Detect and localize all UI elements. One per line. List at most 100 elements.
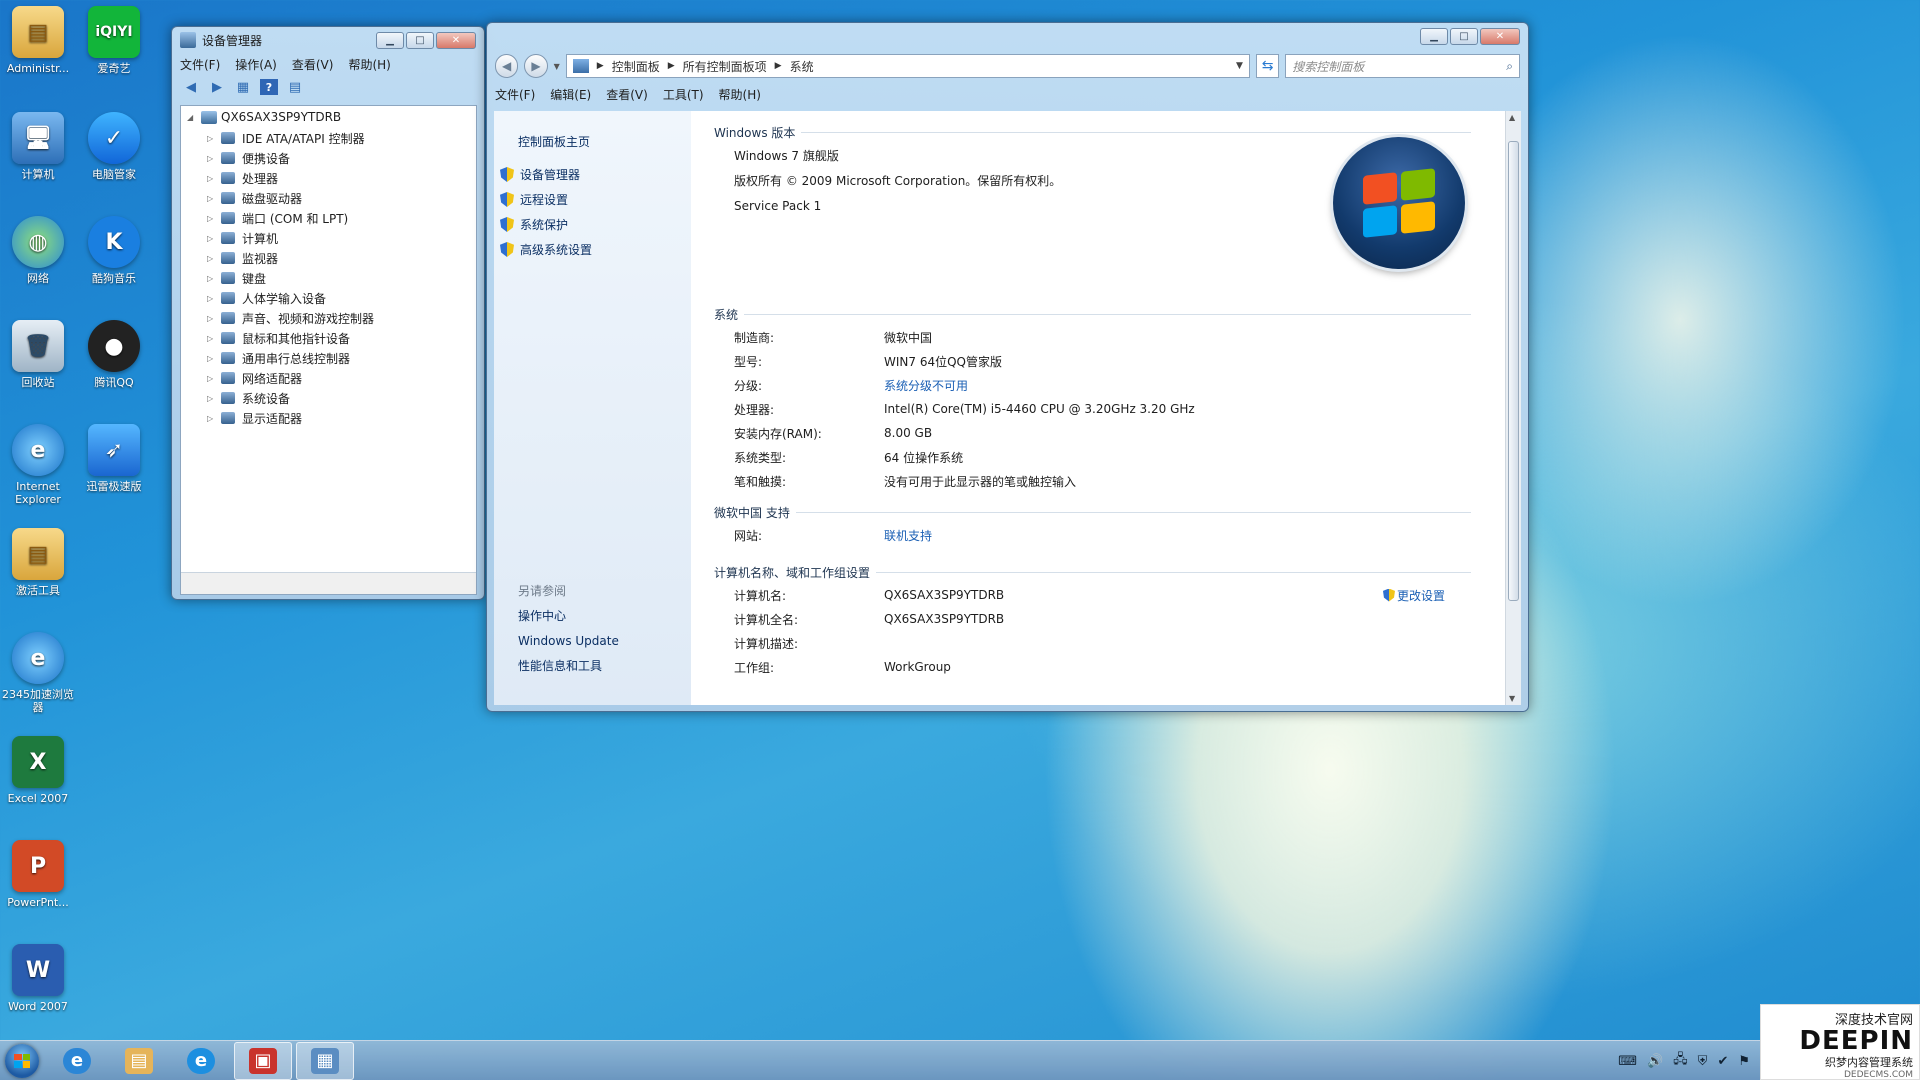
tree-item[interactable]: ▷ IDE ATA/ATAPI 控制器 <box>181 128 476 148</box>
sidebar-link-device-manager[interactable]: 设备管理器 <box>494 162 691 187</box>
expand-triangle-icon[interactable]: ▷ <box>207 214 217 223</box>
tree-item[interactable]: ▷ 显示适配器 <box>181 408 476 428</box>
tree-item[interactable]: ▷ 网络适配器 <box>181 368 476 388</box>
maximize-button[interactable]: □ <box>406 31 434 49</box>
menu-help[interactable]: 帮助(H) <box>348 56 390 73</box>
volume-icon[interactable]: 🔊 <box>1647 1054 1663 1069</box>
taskbar-control-panel[interactable]: ▦ <box>296 1041 354 1080</box>
back-button[interactable]: ◀ <box>495 54 519 78</box>
flag-notification-icon[interactable]: ⚑ <box>1738 1054 1750 1069</box>
desktop-icon-administrator[interactable]: ▤ Administr... <box>0 6 76 75</box>
search-icon[interactable]: ⌕ <box>1506 59 1513 74</box>
desktop-icon-kugou[interactable]: K 酷狗音乐 <box>76 216 152 285</box>
tree-item[interactable]: ▷ 声音、视频和游戏控制器 <box>181 308 476 328</box>
collapse-triangle-icon[interactable]: ◢ <box>187 113 197 122</box>
desktop-icon-powerpoint[interactable]: P PowerPnt... <box>0 840 76 909</box>
see-also-performance[interactable]: 性能信息和工具 <box>494 653 691 678</box>
expand-triangle-icon[interactable]: ▷ <box>207 374 217 383</box>
desktop-icon-pc-manager[interactable]: ✓ 电脑管家 <box>76 112 152 181</box>
scroll-up-icon[interactable]: ▲ <box>1509 113 1515 122</box>
tree-root[interactable]: ◢ QX6SAX3SP9YTDRB <box>181 106 476 128</box>
change-settings-link[interactable]: 更改设置 <box>1382 587 1445 604</box>
see-also-windows-update[interactable]: Windows Update <box>494 628 691 653</box>
expand-triangle-icon[interactable]: ▷ <box>207 134 217 143</box>
desktop-icon-internet-explorer[interactable]: e Internet Explorer <box>0 424 76 506</box>
online-support-link[interactable]: 联机支持 <box>884 527 932 544</box>
network-icon[interactable]: 🖧 <box>1673 1050 1688 1072</box>
desktop-icon-iqiyi[interactable]: iQIYI 爱奇艺 <box>76 6 152 75</box>
properties-icon[interactable]: ▤ <box>286 79 304 95</box>
recent-pages-chevron-icon[interactable]: ▼ <box>554 62 560 71</box>
shield-icon[interactable]: ⛨ <box>1698 1054 1708 1069</box>
tree-item[interactable]: ▷ 系统设备 <box>181 388 476 408</box>
expand-triangle-icon[interactable]: ▷ <box>207 294 217 303</box>
back-arrow-icon[interactable]: ◀ <box>182 79 200 95</box>
expand-triangle-icon[interactable]: ▷ <box>207 254 217 263</box>
menu-edit[interactable]: 编辑(E) <box>550 86 591 103</box>
desktop-icon-2345-browser[interactable]: e 2345加速浏览器 <box>0 632 76 714</box>
expand-triangle-icon[interactable]: ▷ <box>207 314 217 323</box>
tree-item[interactable]: ▷ 端口 (COM 和 LPT) <box>181 208 476 228</box>
see-also-action-center[interactable]: 操作中心 <box>494 603 691 628</box>
breadcrumb-separator-icon[interactable]: ▶ <box>775 61 782 71</box>
tree-item[interactable]: ▷ 磁盘驱动器 <box>181 188 476 208</box>
breadcrumb-all-items[interactable]: 所有控制面板项 <box>683 58 767 75</box>
help-icon[interactable]: ? <box>260 79 278 95</box>
search-input[interactable]: 搜索控制面板 <box>1292 58 1364 75</box>
control-panel-home-link[interactable]: 控制面板主页 <box>494 129 691 154</box>
expand-triangle-icon[interactable]: ▷ <box>207 174 217 183</box>
tree-item[interactable]: ▷ 人体学输入设备 <box>181 288 476 308</box>
device-manager-titlebar[interactable]: 设备管理器 ▁ □ ✕ <box>172 27 484 53</box>
expand-triangle-icon[interactable]: ▷ <box>207 334 217 343</box>
tree-item[interactable]: ▷ 便携设备 <box>181 148 476 168</box>
menu-view[interactable]: 查看(V) <box>292 56 334 73</box>
search-box[interactable]: 搜索控制面板 ⌕ <box>1285 54 1521 78</box>
security-check-icon[interactable]: ✔ <box>1717 1054 1728 1069</box>
expand-triangle-icon[interactable]: ▷ <box>207 154 217 163</box>
start-button[interactable] <box>0 1041 44 1080</box>
forward-arrow-icon[interactable]: ▶ <box>208 79 226 95</box>
refresh-icon[interactable]: ⇆ <box>1255 54 1280 78</box>
close-button[interactable]: ✕ <box>436 31 476 49</box>
sidebar-link-system-protection[interactable]: 系统保护 <box>494 212 691 237</box>
desktop-icon-qq[interactable]: ● 腾讯QQ <box>76 320 152 389</box>
close-button[interactable]: ✕ <box>1480 27 1520 45</box>
menu-tools[interactable]: 工具(T) <box>663 86 704 103</box>
taskbar-toolbox[interactable]: ▣ <box>234 1041 292 1080</box>
minimize-button[interactable]: ▁ <box>376 31 404 49</box>
taskbar-browser[interactable]: e <box>172 1042 230 1080</box>
show-hide-tree-icon[interactable]: ▦ <box>234 79 252 95</box>
breadcrumb-system[interactable]: 系统 <box>790 58 814 75</box>
expand-triangle-icon[interactable]: ▷ <box>207 414 217 423</box>
desktop-icon-activation-tool[interactable]: ▤ 激活工具 <box>0 528 76 597</box>
keyboard-icon[interactable]: ⌨ <box>1618 1054 1637 1069</box>
menu-view[interactable]: 查看(V) <box>606 86 648 103</box>
system-titlebar[interactable]: ▁ □ ✕ <box>487 23 1528 45</box>
scrollbar-thumb[interactable] <box>1508 141 1519 601</box>
taskbar-internet-explorer[interactable]: e <box>48 1042 106 1080</box>
sidebar-link-advanced-settings[interactable]: 高级系统设置 <box>494 237 691 262</box>
desktop-icon-recycle-bin[interactable]: 🗑 回收站 <box>0 320 76 389</box>
desktop-icon-excel[interactable]: X Excel 2007 <box>0 736 76 805</box>
address-bar[interactable]: ▶ 控制面板 ▶ 所有控制面板项 ▶ 系统 ▼ <box>565 54 1250 78</box>
tree-item[interactable]: ▷ 计算机 <box>181 228 476 248</box>
breadcrumb-control-panel[interactable]: 控制面板 <box>612 58 660 75</box>
menu-action[interactable]: 操作(A) <box>235 56 277 73</box>
breadcrumb-separator-icon[interactable]: ▶ <box>668 61 675 71</box>
breadcrumb-separator-icon[interactable]: ▶ <box>597 61 604 71</box>
tree-item[interactable]: ▷ 键盘 <box>181 268 476 288</box>
tree-item[interactable]: ▷ 监视器 <box>181 248 476 268</box>
tree-item[interactable]: ▷ 通用串行总线控制器 <box>181 348 476 368</box>
device-manager-window[interactable]: 设备管理器 ▁ □ ✕ 文件(F) 操作(A) 查看(V) 帮助(H) ◀ ▶ … <box>171 26 485 600</box>
expand-triangle-icon[interactable]: ▷ <box>207 194 217 203</box>
rating-link[interactable]: 系统分级不可用 <box>884 377 968 394</box>
desktop-icon-network[interactable]: ◍ 网络 <box>0 216 76 285</box>
menu-file[interactable]: 文件(F) <box>180 56 220 73</box>
vertical-scrollbar[interactable]: ▲ ▼ <box>1505 111 1521 705</box>
device-tree[interactable]: ◢ QX6SAX3SP9YTDRB ▷ IDE ATA/ATAPI 控制器 ▷ 便携… <box>180 105 477 595</box>
desktop-icon-word[interactable]: W Word 2007 <box>0 944 76 1013</box>
menu-help[interactable]: 帮助(H) <box>719 86 761 103</box>
taskbar-explorer[interactable]: ▤ <box>110 1042 168 1080</box>
address-dropdown-icon[interactable]: ▼ <box>1236 61 1243 71</box>
forward-button[interactable]: ▶ <box>524 54 548 78</box>
